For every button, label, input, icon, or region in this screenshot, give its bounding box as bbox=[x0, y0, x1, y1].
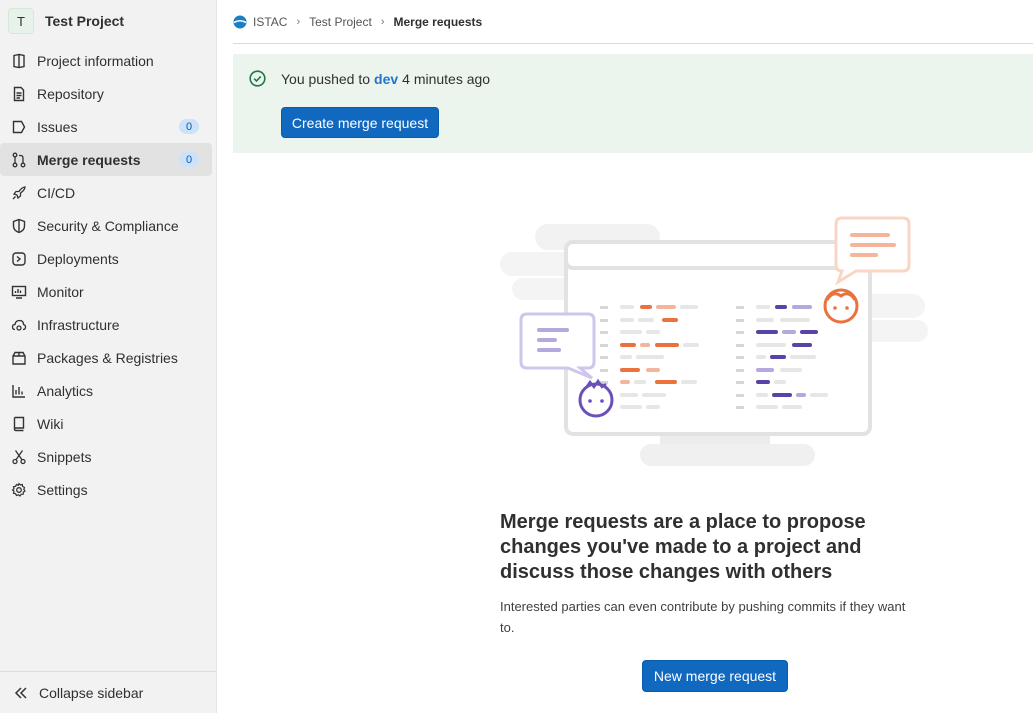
chevron-right-icon: › bbox=[380, 15, 385, 28]
sidebar-item-repository[interactable]: Repository bbox=[0, 77, 212, 110]
sidebar-item-label: Deployments bbox=[37, 250, 119, 267]
sidebar-item-label: Project information bbox=[37, 52, 154, 69]
push-alert-prefix: You pushed to bbox=[281, 70, 371, 87]
breadcrumb-group[interactable]: ISTAC bbox=[233, 15, 287, 29]
new-merge-request-button[interactable]: New merge request bbox=[642, 660, 788, 692]
check-circle-icon bbox=[249, 70, 266, 87]
deployments-icon bbox=[11, 251, 27, 267]
chevron-right-icon: › bbox=[296, 15, 301, 28]
sidebar-item-label: Snippets bbox=[37, 448, 92, 465]
book-icon bbox=[11, 416, 27, 432]
sidebar-item-snippets[interactable]: Snippets bbox=[0, 440, 212, 473]
sidebar-item-label: Security & Compliance bbox=[37, 217, 179, 234]
merge-requests-illustration bbox=[500, 216, 928, 466]
scissors-icon bbox=[11, 449, 27, 465]
double-chevron-left-icon bbox=[13, 685, 29, 701]
sidebar-item-label: Monitor bbox=[37, 283, 84, 300]
sidebar-item-merge-requests[interactable]: Merge requests 0 bbox=[0, 143, 212, 176]
shield-icon bbox=[11, 218, 27, 234]
document-icon bbox=[11, 86, 27, 102]
sidebar-item-security-compliance[interactable]: Security & Compliance bbox=[0, 209, 212, 242]
push-alert: You pushed to dev 4 minutes ago Create m… bbox=[233, 54, 1033, 153]
sidebar-item-label: Repository bbox=[37, 85, 104, 102]
group-logo-icon bbox=[233, 15, 247, 28]
sidebar-item-label: Infrastructure bbox=[37, 316, 120, 333]
rocket-icon bbox=[11, 185, 27, 201]
breadcrumb-group-label: ISTAC bbox=[253, 14, 288, 29]
sidebar: T Test Project Project information Repos… bbox=[0, 0, 217, 713]
issues-icon bbox=[11, 119, 27, 135]
empty-state-title: Merge requests are a place to propose ch… bbox=[500, 511, 866, 583]
empty-state-description: Interested parties can even contribute b… bbox=[500, 599, 906, 635]
issues-count-badge: 0 bbox=[179, 119, 199, 134]
chart-icon bbox=[11, 383, 27, 399]
collapse-sidebar-button[interactable]: Collapse sidebar bbox=[0, 671, 216, 713]
orange-avatar-face bbox=[823, 288, 859, 324]
sidebar-item-label: Analytics bbox=[37, 382, 94, 399]
sidebar-item-settings[interactable]: Settings bbox=[0, 473, 212, 506]
breadcrumb-current: Merge requests bbox=[393, 14, 483, 29]
sidebar-item-deployments[interactable]: Deployments bbox=[0, 242, 212, 275]
sidebar-item-label: Settings bbox=[37, 481, 88, 498]
sidebar-item-project-information[interactable]: Project information bbox=[0, 44, 212, 77]
sidebar-item-monitor[interactable]: Monitor bbox=[0, 275, 212, 308]
sidebar-item-label: Merge requests bbox=[37, 151, 141, 168]
purple-speech-bubble bbox=[519, 312, 596, 380]
monitor-icon bbox=[11, 284, 27, 300]
sidebar-item-issues[interactable]: Issues 0 bbox=[0, 110, 212, 143]
sidebar-item-infrastructure[interactable]: Infrastructure bbox=[0, 308, 212, 341]
create-merge-request-button[interactable]: Create merge request bbox=[281, 107, 439, 138]
collapse-sidebar-label: Collapse sidebar bbox=[39, 684, 144, 701]
sidebar-item-packages-registries[interactable]: Packages & Registries bbox=[0, 341, 212, 374]
sidebar-item-label: Wiki bbox=[37, 415, 64, 432]
project-info-icon bbox=[11, 53, 27, 69]
sidebar-item-label: Packages & Registries bbox=[37, 349, 178, 366]
sidebar-item-label: Issues bbox=[37, 118, 78, 135]
push-alert-time: 4 minutes ago bbox=[402, 70, 491, 87]
push-alert-message: You pushed to dev 4 minutes ago bbox=[249, 70, 490, 87]
sidebar-nav: Project information Repository Issues 0 … bbox=[0, 44, 216, 506]
sidebar-item-label: CI/CD bbox=[37, 184, 76, 201]
project-avatar: T bbox=[8, 8, 34, 34]
sidebar-item-wiki[interactable]: Wiki bbox=[0, 407, 212, 440]
package-icon bbox=[11, 350, 27, 366]
sidebar-item-analytics[interactable]: Analytics bbox=[0, 374, 212, 407]
gear-icon bbox=[11, 481, 27, 498]
project-name[interactable]: Test Project bbox=[45, 13, 124, 29]
sidebar-item-ci-cd[interactable]: CI/CD bbox=[0, 176, 212, 209]
project-header[interactable]: T Test Project bbox=[0, 0, 216, 42]
branch-link[interactable]: dev bbox=[374, 71, 398, 87]
breadcrumb: ISTAC › Test Project › Merge requests bbox=[233, 0, 1033, 44]
orange-speech-bubble bbox=[834, 216, 911, 286]
git-merge-icon bbox=[11, 152, 27, 168]
merge-requests-count-badge: 0 bbox=[179, 152, 199, 167]
cloud-gear-icon bbox=[11, 317, 27, 333]
breadcrumb-project[interactable]: Test Project bbox=[309, 15, 372, 29]
